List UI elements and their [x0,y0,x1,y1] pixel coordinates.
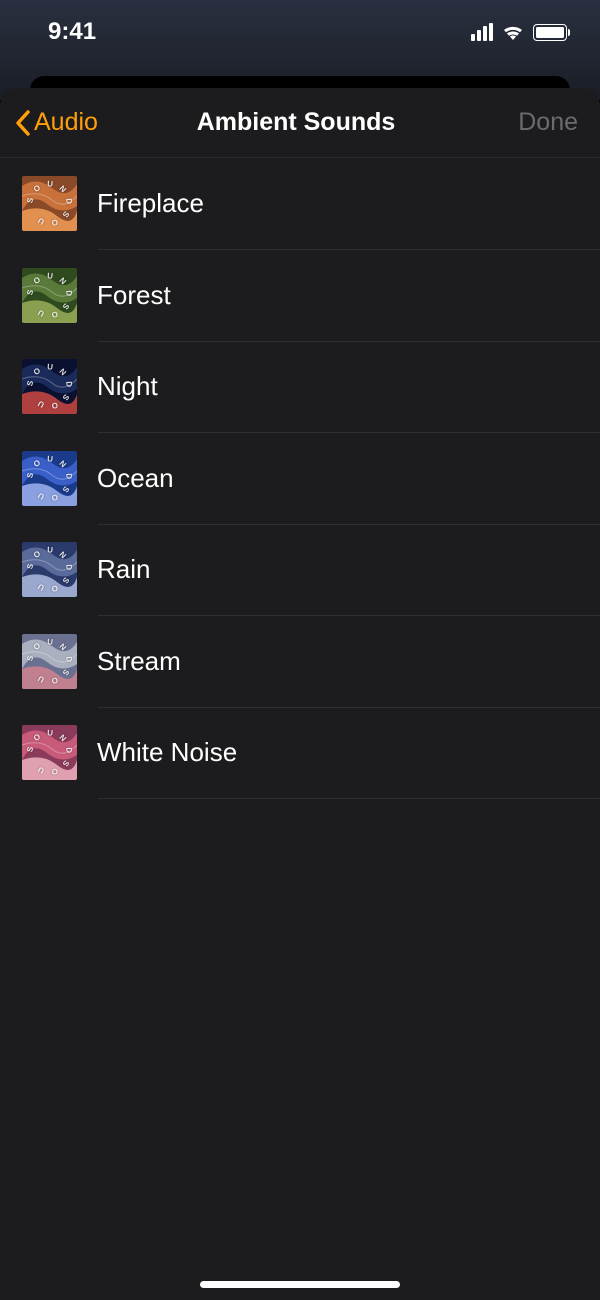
home-indicator[interactable] [200,1281,400,1288]
chevron-left-icon [14,109,32,137]
sound-label: Stream [97,646,181,677]
sound-label: Ocean [97,463,174,494]
sound-label: Rain [97,554,150,585]
stream-thumb: S O U N D S O U [22,634,77,689]
status-time: 9:41 [48,18,96,46]
divider [98,798,600,799]
back-button[interactable]: Audio [14,108,124,137]
sound-label: Night [97,371,158,402]
status-bar: 9:41 [0,0,600,56]
wifi-icon [501,23,525,41]
list-item[interactable]: S O U N D S O U White Noise [22,707,600,798]
rain-thumb: S O U N D S O U [22,542,77,597]
list-item[interactable]: S O U N D S O U Forest [22,250,600,341]
night-thumb: S O U N D S O U [22,359,77,414]
battery-icon [533,24,570,41]
page-title: Ambient Sounds [124,108,468,137]
settings-sheet: Audio Ambient Sounds Done S O U N D S O … [0,88,600,1300]
svg-text:S O U N D S O U: S O U N D S O U [25,362,73,411]
sounds-list: S O U N D S O U Fireplace S O U N D S O … [0,158,600,799]
white-noise-thumb: S O U N D S O U [22,725,77,780]
back-label: Audio [34,108,98,137]
sound-label: White Noise [97,737,237,768]
done-button[interactable]: Done [468,108,578,137]
ocean-thumb: S O U N D S O U [22,451,77,506]
svg-text:S O U N D S O U: S O U N D S O U [25,637,73,686]
list-item[interactable]: S O U N D S O U Stream [22,616,600,707]
status-indicators [471,23,570,41]
cellular-signal-icon [471,23,493,41]
fireplace-thumb: S O U N D S O U [22,176,77,231]
svg-text:S O U N D S O U: S O U N D S O U [25,179,73,228]
forest-thumb: S O U N D S O U [22,268,77,323]
list-item[interactable]: S O U N D S O U Rain [22,524,600,615]
svg-text:S O U N D S O U: S O U N D S O U [25,454,73,503]
svg-text:S O U N D S O U: S O U N D S O U [25,545,73,594]
svg-text:S O U N D S O U: S O U N D S O U [25,271,73,320]
svg-text:S O U N D S O U: S O U N D S O U [25,728,73,777]
sound-label: Forest [97,280,171,311]
sound-label: Fireplace [97,188,204,219]
list-item[interactable]: S O U N D S O U Fireplace [22,158,600,249]
list-item[interactable]: S O U N D S O U Night [22,341,600,432]
list-item[interactable]: S O U N D S O U Ocean [22,433,600,524]
navigation-bar: Audio Ambient Sounds Done [0,88,600,158]
